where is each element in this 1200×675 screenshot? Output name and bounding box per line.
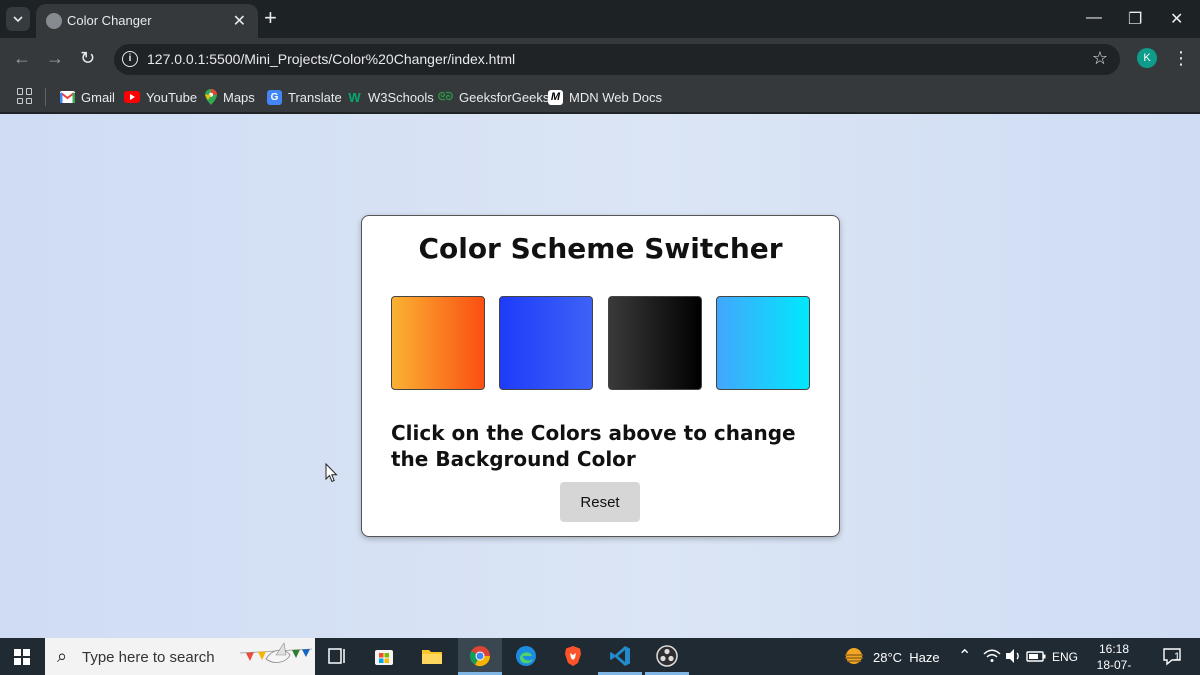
minimize-icon[interactable]: — [1086,9,1102,27]
profile-avatar[interactable]: K [1137,48,1157,68]
new-tab-button[interactable]: + [264,6,277,30]
swatch-dark[interactable] [608,296,702,390]
volume-icon[interactable] [1002,644,1026,668]
bookmark-mdn[interactable]: M MDN Web Docs [548,86,662,108]
windows-start-icon[interactable] [14,649,30,665]
color-switcher-card: Color Scheme Switcher Click on the Color… [361,215,840,537]
taskbar-clock[interactable]: 16:18 18-07-2025 [1085,641,1143,675]
forward-arrow-icon[interactable]: → [46,48,64,69]
translate-icon: G [267,89,282,105]
instruction-text: Click on the Colors above to change the … [391,421,796,471]
w3schools-icon: W [348,89,361,105]
bookmark-label: Maps [223,89,255,105]
bookmarks-bar: Gmail YouTube Maps G Translate W W3Schoo… [0,81,1200,113]
chevron-up-icon[interactable]: ⌃ [958,646,971,666]
battery-icon[interactable] [1024,644,1048,668]
bookmark-label: MDN Web Docs [569,89,662,105]
search-icon: ⌕ [57,646,68,666]
bookmark-label: YouTube [146,89,198,105]
notifications-button[interactable]: 1 [1158,644,1186,668]
youtube-icon [124,91,140,103]
search-placeholder[interactable]: Type here to search [82,649,215,666]
swatch-cyan[interactable] [716,296,810,390]
edge-icon[interactable] [514,644,538,668]
gmail-icon [60,91,75,103]
notification-count: 1 [1174,651,1181,663]
vscode-icon[interactable] [608,644,632,668]
task-view-icon[interactable] [325,644,349,668]
menu-dots-icon[interactable]: ⋮ [1172,48,1190,68]
bookmark-label: GeeksforGeeks [459,89,550,105]
chevron-down-icon [13,16,23,23]
clock-time: 16:18 [1098,642,1130,656]
apps-grid-icon[interactable] [17,88,33,104]
bookmark-label: Gmail [81,89,115,105]
bookmark-geeksforgeeks[interactable]: ᘓᘐ GeeksforGeeks [437,86,550,108]
swatch-blue[interactable] [499,296,593,390]
bookmark-youtube[interactable]: YouTube [124,86,197,108]
url-text[interactable]: 127.0.0.1:5500/Mini_Projects/Color%20Cha… [147,51,515,67]
microsoft-store-icon[interactable] [372,644,396,668]
mdn-icon: M [548,89,563,105]
close-tab-icon[interactable]: ✕ [233,11,246,31]
active-tab[interactable]: Color Changer ✕ [36,4,258,38]
bookmarks-separator [45,88,46,106]
bird-bunting-icon [240,642,312,663]
language-indicator[interactable]: ENG [1052,650,1078,664]
reload-icon[interactable]: ↻ [80,48,95,69]
swatch-orange[interactable] [391,296,485,390]
mouse-cursor-icon [325,463,338,483]
windows-taskbar: ⌕ Type here to search 28°C Haze ⌃ ENG 16… [0,638,1200,675]
bookmark-translate[interactable]: G Translate [267,86,342,108]
site-info-icon[interactable]: i [122,51,138,67]
taskbar-search[interactable]: ⌕ Type here to search [45,638,315,675]
brave-icon[interactable] [561,644,585,668]
bookmark-label: Translate [288,89,342,105]
close-window-icon[interactable]: ✕ [1170,9,1183,29]
tab-search-button[interactable] [6,7,30,31]
tab-title: Color Changer [67,13,152,28]
page-viewport: Color Scheme Switcher Click on the Color… [0,114,1200,638]
bookmark-w3schools[interactable]: W W3Schools [347,86,434,108]
page-title: Color Scheme Switcher [418,232,783,265]
file-explorer-icon[interactable] [420,644,444,668]
restore-icon[interactable]: ❐ [1128,9,1142,29]
weather-text[interactable]: 28°C Haze [873,650,940,665]
wifi-icon[interactable] [980,644,1004,668]
bookmark-gmail[interactable]: Gmail [60,86,115,108]
tab-strip: Color Changer ✕ + — ❐ ✕ [0,0,1200,38]
globe-icon [46,13,62,29]
weather-haze-icon[interactable] [842,644,866,668]
back-arrow-icon[interactable]: ← [13,48,31,69]
maps-icon [205,89,217,105]
bookmark-label: W3Schools [368,89,434,105]
chrome-icon[interactable] [468,644,492,668]
clock-date: 18-07-2025 [1096,658,1132,675]
address-bar[interactable]: i 127.0.0.1:5500/Mini_Projects/Color%20C… [114,44,1120,75]
geeksforgeeks-icon: ᘓᘐ [437,90,454,103]
bookmark-maps[interactable]: Maps [205,86,255,108]
obs-icon[interactable] [655,644,679,668]
browser-toolbar: ← → ↻ i 127.0.0.1:5500/Mini_Projects/Col… [0,38,1200,81]
bookmark-star-icon[interactable]: ☆ [1092,48,1108,69]
reset-button[interactable]: Reset [560,482,640,522]
